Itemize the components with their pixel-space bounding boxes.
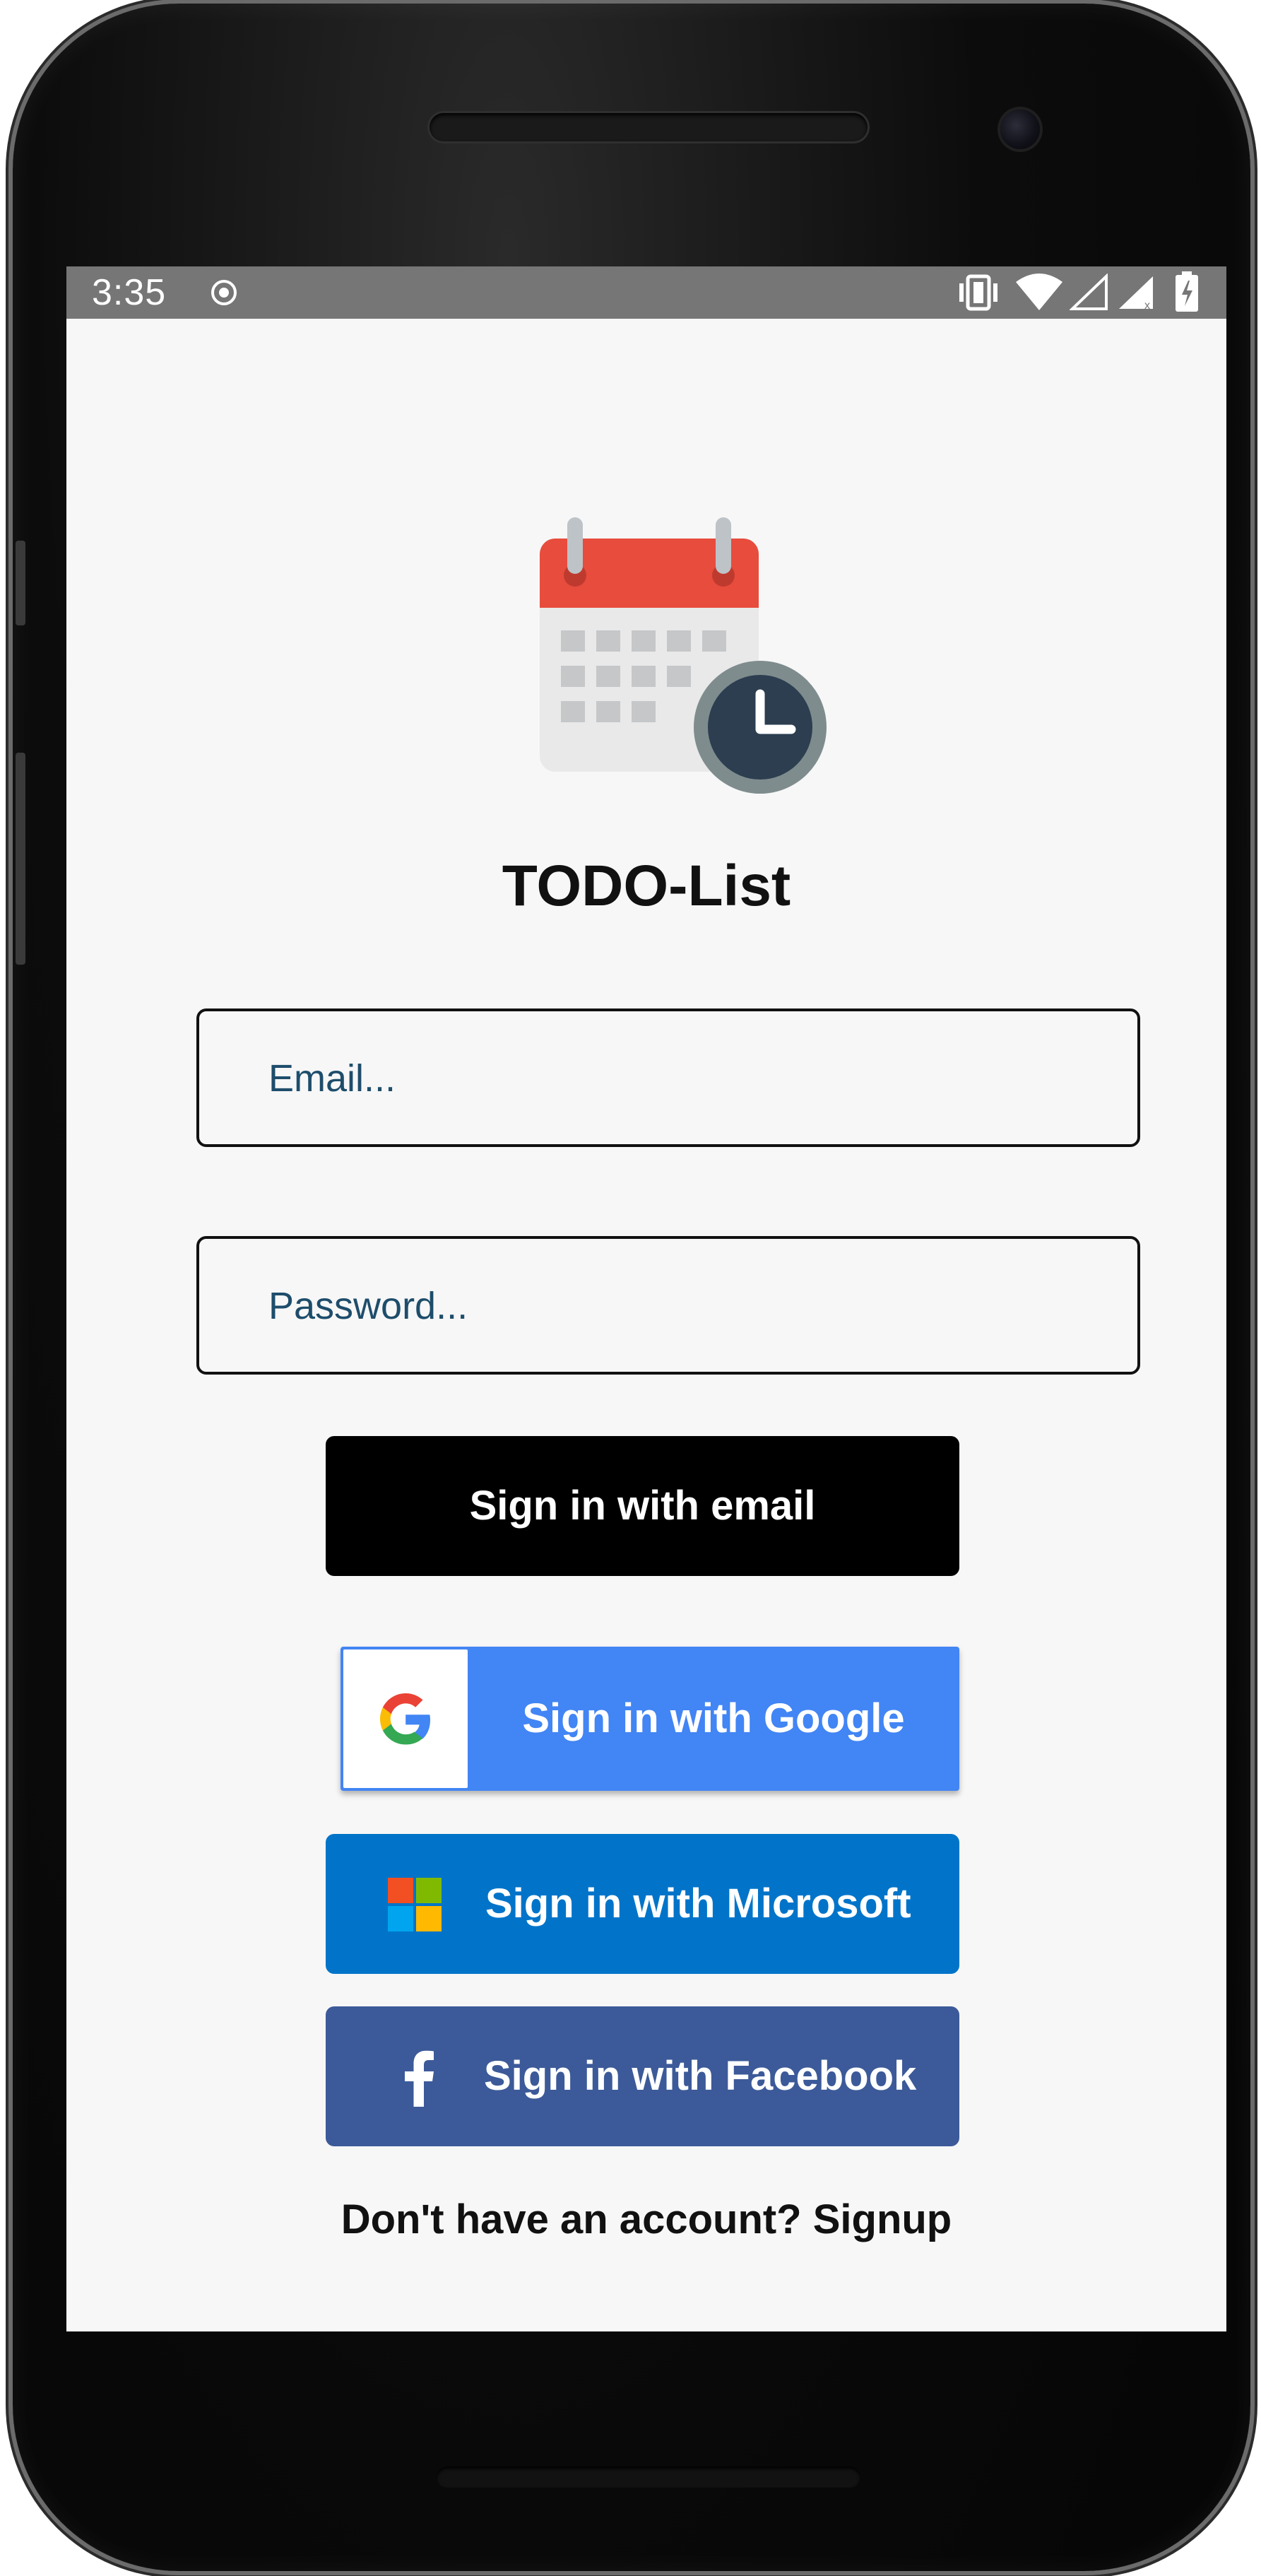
- microsoft-icon: [388, 1878, 442, 1941]
- facebook-icon: [403, 2050, 434, 2117]
- earpiece-speaker: [430, 113, 868, 141]
- side-button: [16, 541, 25, 625]
- front-camera: [1000, 110, 1040, 149]
- signal-empty-icon: [1069, 273, 1109, 315]
- app-title: TODO-List: [502, 854, 791, 918]
- password-field[interactable]: [267, 1239, 1118, 1373]
- status-time: 3:35: [92, 272, 167, 313]
- google-icon: [343, 1649, 468, 1788]
- volume-button: [16, 753, 25, 965]
- signal-icon: x: [1116, 274, 1156, 315]
- wifi-icon: [1014, 272, 1064, 315]
- sign-in-email-button[interactable]: Sign in with email: [326, 1436, 959, 1576]
- battery-icon: [1173, 271, 1201, 317]
- sign-in-google-button[interactable]: Sign in with Google: [341, 1647, 959, 1791]
- status-bar: 3:35 x: [66, 266, 1226, 319]
- recording-dot-icon: [209, 278, 239, 311]
- svg-text:x: x: [1144, 300, 1150, 312]
- sign-in-google-label: Sign in with Google: [522, 1695, 905, 1741]
- phone-frame: 3:35 x TODO-List Email... Sign in with e…: [13, 4, 1250, 2571]
- email-field-box: [196, 1008, 1140, 1147]
- email-field[interactable]: [267, 1011, 1118, 1146]
- calendar-clock-icon: [533, 517, 843, 814]
- sign-in-microsoft-button[interactable]: Sign in with Microsoft: [326, 1834, 959, 1974]
- app-screen: 3:35 x TODO-List Email... Sign in with e…: [66, 266, 1226, 2331]
- vibrate-icon: [955, 274, 1002, 315]
- page: 3:35 x TODO-List Email... Sign in with e…: [0, 0, 1261, 2576]
- password-field-box: [196, 1236, 1140, 1375]
- sign-in-facebook-button[interactable]: Sign in with Facebook: [326, 2006, 959, 2146]
- sign-in-email-label: Sign in with email: [469, 1483, 816, 1529]
- signup-link[interactable]: Don't have an account? Signup: [66, 2196, 1226, 2243]
- sign-in-microsoft-label: Sign in with Microsoft: [485, 1881, 911, 1927]
- bottom-speaker: [437, 2466, 860, 2488]
- sign-in-facebook-label: Sign in with Facebook: [484, 2053, 917, 2099]
